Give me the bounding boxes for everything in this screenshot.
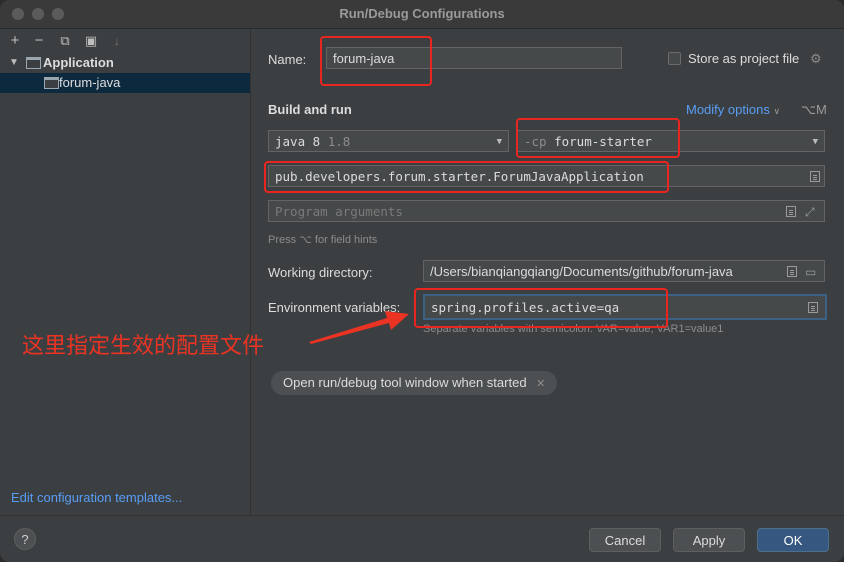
- config-form: Name: forum-java Store as project file ⚙…: [251, 29, 844, 515]
- working-directory-field[interactable]: /Users/bianqiangqiang/Documents/github/f…: [423, 260, 825, 282]
- sort-icon[interactable]: ↓: [108, 32, 126, 50]
- edit-env-icon[interactable]: [808, 302, 818, 313]
- name-label: Name:: [268, 52, 307, 67]
- expand-icon[interactable]: ⤢: [805, 201, 815, 223]
- copy-icon[interactable]: ⧉: [56, 32, 74, 50]
- jdk-select[interactable]: java 8 1.8 ▼: [268, 130, 509, 152]
- close-icon[interactable]: ✕: [536, 378, 545, 390]
- tree-item-forum-java[interactable]: forum-java: [0, 73, 250, 93]
- title-bar: Run/Debug Configurations: [0, 0, 844, 29]
- insert-macro-icon[interactable]: [787, 266, 797, 277]
- classpath-select[interactable]: -cp forum-starter ▼: [517, 130, 825, 152]
- add-icon[interactable]: +: [6, 32, 24, 50]
- help-button[interactable]: ?: [14, 528, 36, 550]
- chevron-down-icon: ▼: [496, 137, 502, 147]
- field-hint: Press ⌥ for field hints: [268, 234, 378, 246]
- cancel-button[interactable]: Cancel: [589, 528, 661, 552]
- ok-button[interactable]: OK: [757, 528, 829, 552]
- store-as-project-label: Store as project file: [688, 51, 800, 66]
- tree-group-application[interactable]: ▼ Application: [0, 53, 250, 73]
- main-class-field[interactable]: pub.developers.forum.starter.ForumJavaAp…: [268, 165, 825, 187]
- folder-icon[interactable]: ▣: [82, 32, 100, 50]
- modify-options-shortcut: ⌥M: [801, 102, 827, 117]
- edit-templates-link[interactable]: Edit configuration templates...: [11, 490, 182, 505]
- tree-group-label: Application: [43, 55, 114, 70]
- gear-icon[interactable]: ⚙: [810, 51, 822, 67]
- chevron-down-icon: ∨: [773, 106, 781, 116]
- application-icon: [44, 77, 59, 89]
- dialog-footer: ? Cancel Apply OK: [0, 515, 844, 562]
- window-title: Run/Debug Configurations: [339, 6, 505, 21]
- env-vars-hint: Separate variables with semicolon: VAR=v…: [423, 323, 724, 335]
- open-tool-window-chip[interactable]: Open run/debug tool window when started …: [271, 371, 558, 395]
- apply-button[interactable]: Apply: [673, 528, 745, 552]
- working-directory-label: Working directory:: [268, 265, 373, 280]
- remove-icon[interactable]: −: [30, 32, 48, 50]
- application-icon: [26, 57, 41, 69]
- env-vars-field[interactable]: spring.profiles.active=qa: [423, 294, 827, 320]
- browse-icon[interactable]: [810, 171, 820, 182]
- chevron-down-icon: ▼: [812, 137, 818, 147]
- program-arguments-field[interactable]: Program arguments ⤢: [268, 200, 825, 222]
- tree-item-label: forum-java: [59, 75, 121, 90]
- store-as-project-checkbox[interactable]: [668, 52, 681, 65]
- chevron-down-icon[interactable]: ▼: [9, 53, 19, 73]
- name-field[interactable]: forum-java: [326, 47, 622, 69]
- folder-icon[interactable]: ▭: [805, 261, 816, 283]
- modify-options-link[interactable]: Modify options ∨: [686, 102, 780, 117]
- expand-text-icon[interactable]: [786, 206, 796, 217]
- run-debug-dialog: Run/Debug Configurations + − ⧉ ▣ ↓ ▼ App…: [0, 0, 844, 562]
- config-sidebar: + − ⧉ ▣ ↓ ▼ Application forum-java Edit …: [0, 29, 251, 515]
- build-run-heading: Build and run: [268, 102, 352, 117]
- annotation-arrow-icon: [309, 311, 409, 344]
- annotation-text: 这里指定生效的配置文件: [22, 334, 265, 359]
